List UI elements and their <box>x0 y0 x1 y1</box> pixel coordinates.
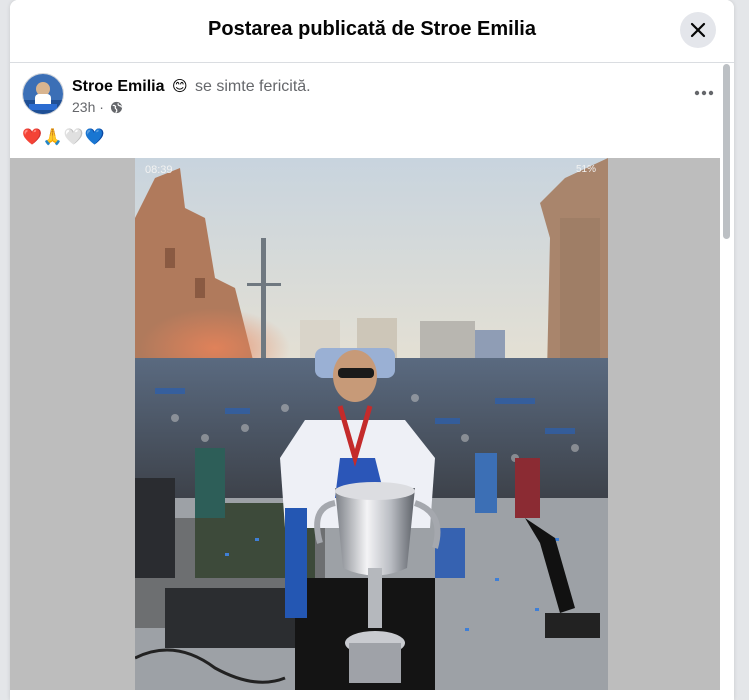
meta-separator: · <box>99 99 104 115</box>
author-line: Stroe Emilia 😊 se simte fericită. <box>72 77 311 96</box>
more-options-button[interactable] <box>690 83 718 103</box>
photo-container: 08:39 51% <box>10 158 720 690</box>
feeling-text: se simte fericită. <box>195 78 311 95</box>
status-bar-time: 08:39 <box>145 164 173 176</box>
bottom-strip <box>10 690 720 700</box>
dialog-title: Postarea publicată de Stroe Emilia <box>208 18 536 40</box>
author-name[interactable]: Stroe Emilia <box>72 78 164 95</box>
post-dialog: Postarea publicată de Stroe Emilia Stroe… <box>10 0 734 700</box>
more-horizontal-icon <box>694 90 714 96</box>
feeling-emoji: 😊 <box>171 78 188 95</box>
scrollbar-thumb[interactable] <box>723 64 730 239</box>
dialog-header: Postarea publicată de Stroe Emilia <box>10 0 734 63</box>
post-text: ❤️🙏🤍💙 <box>22 129 106 146</box>
globe-icon[interactable] <box>110 101 123 117</box>
close-button[interactable] <box>680 12 716 48</box>
close-icon <box>690 22 706 38</box>
post-photo[interactable]: 08:39 51% <box>135 158 608 690</box>
status-bar-battery: 51% <box>575 164 596 175</box>
avatar[interactable] <box>22 73 64 115</box>
post-header: Stroe Emilia 😊 se simte fericită. 23h · <box>10 63 720 158</box>
post-time[interactable]: 23h <box>72 99 95 115</box>
post-meta: 23h · <box>72 99 123 117</box>
